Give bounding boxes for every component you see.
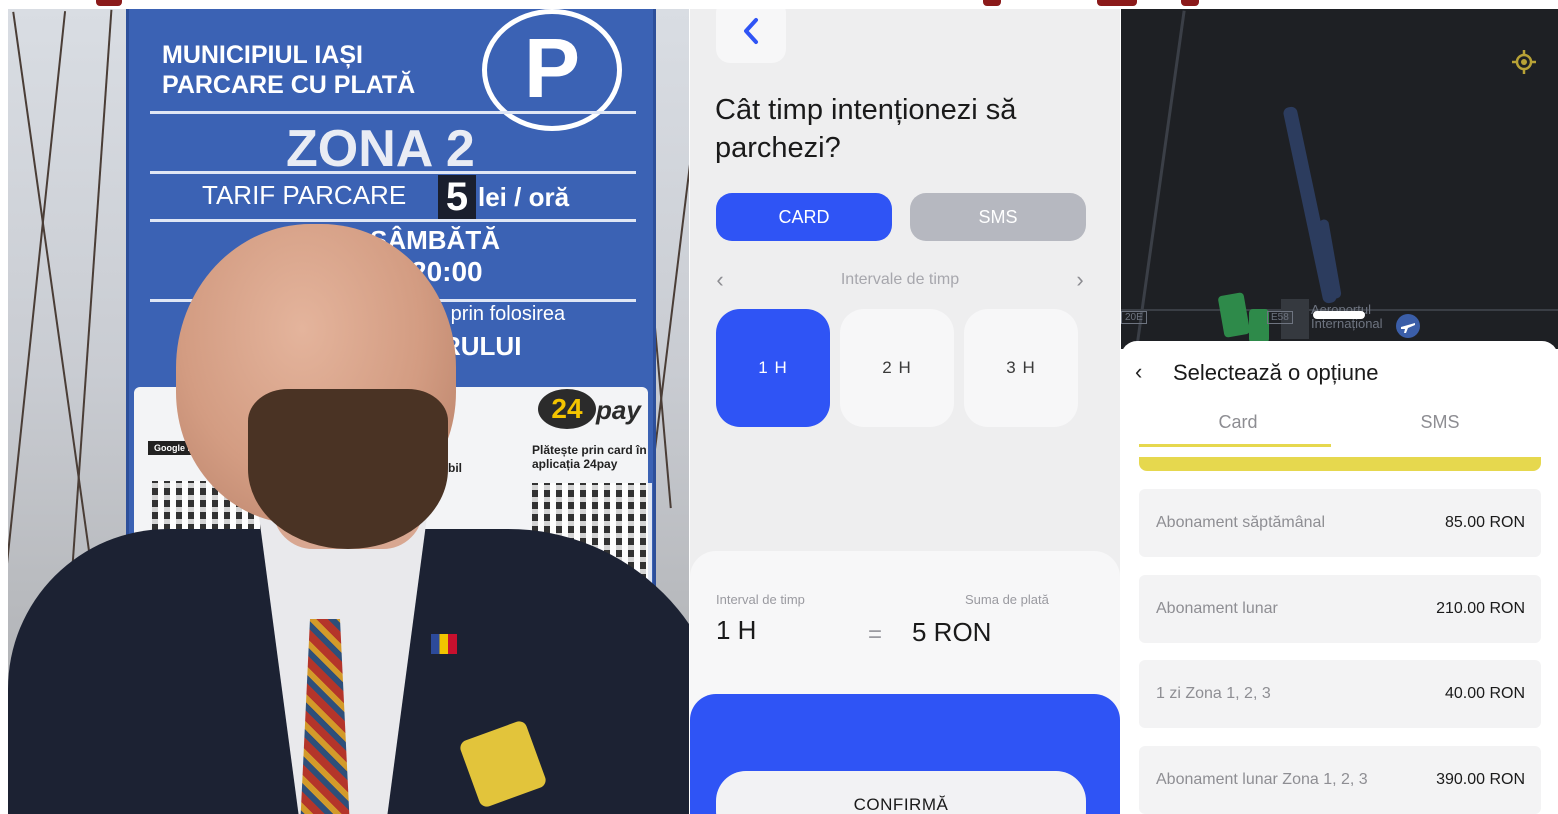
option-item[interactable]: 1 zi Zona 1, 2, 3 40.00 RON <box>1139 660 1541 728</box>
yellow-banner <box>1139 457 1541 471</box>
pay24-logo-icon: 24 <box>538 389 596 429</box>
sign-tariff-unit: lei / oră <box>478 182 570 212</box>
option-price: 210.00 RON <box>1436 600 1525 617</box>
tab-sms[interactable]: SMS <box>910 193 1086 241</box>
option-item[interactable]: Abonament lunar 210.00 RON <box>1139 575 1541 643</box>
sign-tariff-prefix: TARIF PARCARE <box>202 180 407 210</box>
chevron-left-icon[interactable]: ‹ <box>1135 359 1142 385</box>
time-slot-2h[interactable]: 2 H <box>840 309 954 427</box>
road-badge-e58: E58 <box>1267 311 1293 324</box>
headline-strip <box>0 0 1558 9</box>
sheet-title: Selectează o opțiune <box>1173 360 1379 385</box>
pay24-brand: pay <box>596 395 641 425</box>
equals-sign: = <box>868 621 883 648</box>
photo-panel: MUNICIPIUL IAȘI PARCARE CU PLATĂ P ZONA … <box>8 9 689 814</box>
interval-label: Interval de timp <box>716 592 805 607</box>
confirm-button[interactable]: CONFIRMĂ <box>716 771 1086 814</box>
option-price: 390.00 RON <box>1436 771 1525 788</box>
chevron-right-icon[interactable]: › <box>1070 267 1090 293</box>
tab-card[interactable]: CARD <box>716 193 892 241</box>
segment-card[interactable]: Card <box>1143 412 1333 433</box>
sign-partial-text: a prin folosirea <box>434 303 566 325</box>
flag-pin-icon <box>431 634 457 654</box>
time-slot-3h[interactable]: 3 H <box>964 309 1078 427</box>
sign-zone: ZONA 2 <box>286 120 475 178</box>
sign-tariff-value: 5 <box>438 175 476 219</box>
segment-sms[interactable]: SMS <box>1345 412 1535 433</box>
option-name: Abonament săptămânal <box>1156 514 1325 531</box>
option-name: Abonament lunar Zona 1, 2, 3 <box>1156 771 1368 788</box>
time-slot-1h[interactable]: 1 H <box>716 309 830 427</box>
back-button[interactable] <box>716 9 786 63</box>
person-beard <box>248 389 448 549</box>
option-price: 85.00 RON <box>1444 514 1525 531</box>
option-item[interactable]: Abonament săptămânal 85.00 RON <box>1139 489 1541 557</box>
segment-indicator <box>1139 444 1331 447</box>
page-title: Cât timp intenționezi să parchezi? <box>715 94 1017 164</box>
pay24-instructions: Plătește prin card în aplicația 24pay <box>532 443 647 471</box>
chevron-left-icon[interactable]: ‹ <box>710 267 730 293</box>
options-screen: 20E E58 Aeroportul Internațional ‹ Selec… <box>1121 9 1558 814</box>
sign-city: MUNICIPIUL IAȘI <box>162 41 363 69</box>
map-view[interactable]: 20E E58 Aeroportul Internațional <box>1121 9 1558 349</box>
sheet-drag-handle[interactable] <box>1313 311 1365 319</box>
sticker-left-partial: bil <box>448 461 462 475</box>
chevron-left-icon <box>744 18 758 44</box>
parking-time-screen: Cât timp intenționezi să parchezi? CARD … <box>690 9 1120 814</box>
option-name: Abonament lunar <box>1156 600 1278 617</box>
road-badge-20e: 20E <box>1121 311 1147 324</box>
locate-icon[interactable] <box>1511 49 1537 75</box>
amount-value: 5 RON <box>912 617 992 647</box>
airport-icon <box>1396 314 1420 338</box>
interval-value: 1 H <box>716 615 757 645</box>
option-name: 1 zi Zona 1, 2, 3 <box>1156 685 1271 702</box>
option-price: 40.00 RON <box>1444 685 1525 702</box>
sign-paid-parking: PARCARE CU PLATĂ <box>162 71 416 99</box>
options-sheet: ‹ Selectează o opțiune Card SMS Abonamen… <box>1121 341 1558 814</box>
amount-label: Suma de plată <box>965 592 1049 607</box>
intervals-label: Intervale de timp <box>840 271 960 288</box>
option-item[interactable]: Abonament lunar Zona 1, 2, 3 390.00 RON <box>1139 746 1541 814</box>
